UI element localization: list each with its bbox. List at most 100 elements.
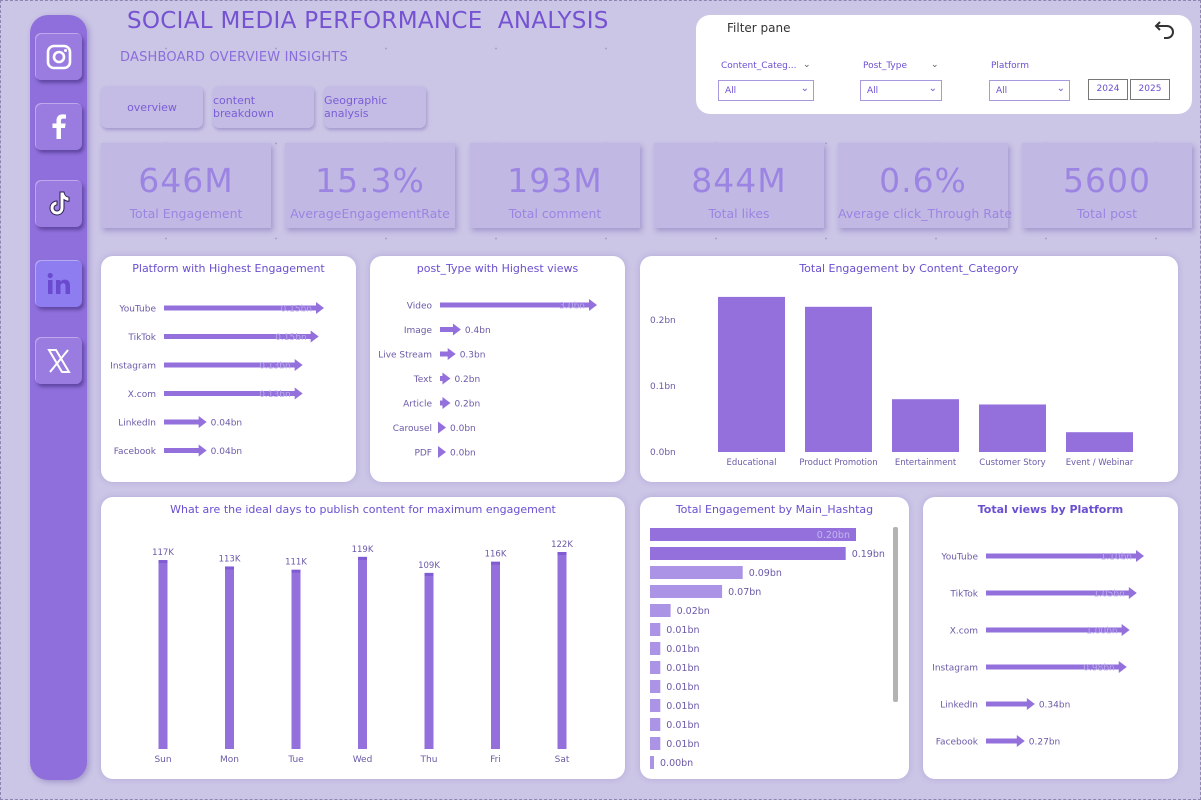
data-label: 119K [352, 545, 374, 555]
data-label: 122K [551, 540, 573, 550]
bar-arrow-head [1016, 735, 1025, 747]
data-label: 3.0bn [559, 302, 585, 312]
panel-main-hashtag: Total Engagement by Main_Hashtag 0.20bn 0… [640, 497, 909, 779]
bar [986, 701, 1029, 707]
bar-arrow-head [1121, 624, 1130, 636]
data-label: 0.01bn [666, 644, 699, 655]
post-type-select[interactable]: All ⌄ [860, 80, 942, 101]
facebook-icon[interactable] [35, 103, 82, 150]
data-label: 0.2bn [454, 375, 480, 385]
data-label: 0.27bn [1029, 738, 1060, 748]
overview-button[interactable]: overview [101, 86, 203, 128]
data-label: 0.19bn [852, 549, 885, 560]
bar [650, 547, 846, 560]
y-tick-label: 0.1bn [650, 382, 676, 392]
bar [650, 566, 743, 579]
post-type-value: All [867, 86, 879, 96]
year-2024-button[interactable]: 2024 [1088, 79, 1128, 100]
panel-ideal-days: What are the ideal days to publish conte… [101, 497, 625, 779]
category-label: X.com [128, 390, 156, 400]
data-label: 1.00bn [1086, 627, 1117, 637]
page-subtitle: DASHBOARD OVERVIEW INSIGHTS [120, 50, 348, 65]
category-label: TikTok [127, 333, 156, 343]
bar-arrow-head [198, 444, 207, 457]
bar [164, 419, 201, 425]
kpi-label: Average click_Through Rate [838, 206, 1012, 221]
bar [650, 737, 661, 750]
data-label: 0.15bn [281, 305, 312, 315]
x-tick-label: Educational [727, 458, 777, 468]
kpi-card-total-post: 5600 Total post [1022, 143, 1192, 228]
bar [650, 604, 671, 617]
data-label: 0.34bn [1039, 701, 1070, 711]
bar [650, 718, 661, 731]
scrollbar[interactable] [893, 527, 898, 702]
kpi-card-total-engagement: 646M Total Engagement [101, 143, 271, 228]
filter-pane: Filter pane Content_Categ... ⌄ All ⌄ Pos… [696, 15, 1192, 114]
content-category-value: All [725, 86, 737, 96]
tiktok-icon[interactable] [35, 180, 82, 227]
category-label: Instagram [932, 664, 978, 674]
bar-arrow-head [438, 446, 446, 458]
bar-cap [557, 552, 567, 555]
content-category-select[interactable]: All ⌄ [718, 80, 814, 101]
platform-select[interactable]: All ⌄ [989, 80, 1070, 101]
data-label: 0.0bn [450, 449, 476, 459]
bar [424, 573, 434, 749]
kpi-value: 5600 [1063, 161, 1151, 200]
category-label: Article [403, 400, 432, 410]
category-label: Text [413, 375, 433, 385]
filter-pane-title: Filter pane [727, 21, 791, 35]
data-label: 0.13bn [259, 390, 290, 400]
bar [225, 567, 234, 749]
category-label: Live Stream [378, 351, 432, 361]
bar-arrow-head [452, 323, 461, 336]
panel-views-by-platform: Total views by Platform YouTube 1.10bn Tik… [923, 497, 1178, 779]
panel-content-category: Total Engagement by Content_Category 0.0… [640, 256, 1178, 482]
category-label: YouTube [118, 305, 156, 315]
bar [491, 562, 500, 749]
category-label: Facebook [114, 447, 157, 457]
y-tick-label: 0.2bn [650, 316, 676, 326]
bar [650, 756, 654, 769]
bar [557, 553, 567, 749]
undo-icon[interactable] [1154, 18, 1176, 40]
data-label: 0.01bn [666, 701, 699, 712]
category-label: Instagram [110, 362, 156, 372]
bar [650, 623, 661, 636]
x-tick-label: Wed [353, 755, 373, 765]
post-type-label: Post_Type [863, 61, 908, 71]
bar-cap [491, 561, 500, 565]
bar-arrow-head [442, 397, 451, 409]
data-label: 0.13bn [259, 362, 290, 372]
bar [718, 296, 785, 452]
content-category-label: Content_Categ... [721, 61, 797, 71]
bar-arrow-head [438, 421, 446, 434]
social-sidebar [30, 15, 87, 780]
bar [986, 738, 1019, 744]
instagram-icon[interactable] [35, 33, 82, 80]
data-label: 0.09bn [749, 568, 782, 579]
bar [1066, 432, 1133, 452]
bar [358, 557, 367, 749]
bar-arrow-head [316, 302, 324, 314]
views-by-platform-chart: YouTube 1.10bn TikTok 1.05bn X.com 1.00bn Inst… [932, 550, 1144, 748]
x-icon[interactable] [35, 337, 82, 384]
bar-arrow-head [1026, 698, 1035, 710]
year-2025-button[interactable]: 2025 [1130, 79, 1170, 100]
data-label: 117K [152, 548, 174, 558]
linkedin-icon[interactable] [35, 260, 82, 307]
bar-cap [358, 556, 367, 560]
post-type-chevron-icon[interactable]: ⌄ [931, 60, 939, 70]
kpi-value: 15.3% [315, 161, 425, 200]
content-breakdown-button[interactable]: content breakdown [213, 86, 314, 128]
chevron-down-icon: ⌄ [1056, 83, 1065, 94]
kpi-card-total-comment: 193M Total comment [470, 143, 640, 228]
geographic-analysis-button[interactable]: Geographic analysis [324, 86, 426, 128]
bar [291, 570, 301, 749]
x-tick-label: Thu [420, 755, 438, 765]
content-category-chevron-icon[interactable]: ⌄ [803, 60, 811, 70]
data-label: 0.01bn [666, 625, 699, 636]
data-label: 0.04bn [211, 447, 242, 457]
data-label: 116K [485, 550, 507, 560]
